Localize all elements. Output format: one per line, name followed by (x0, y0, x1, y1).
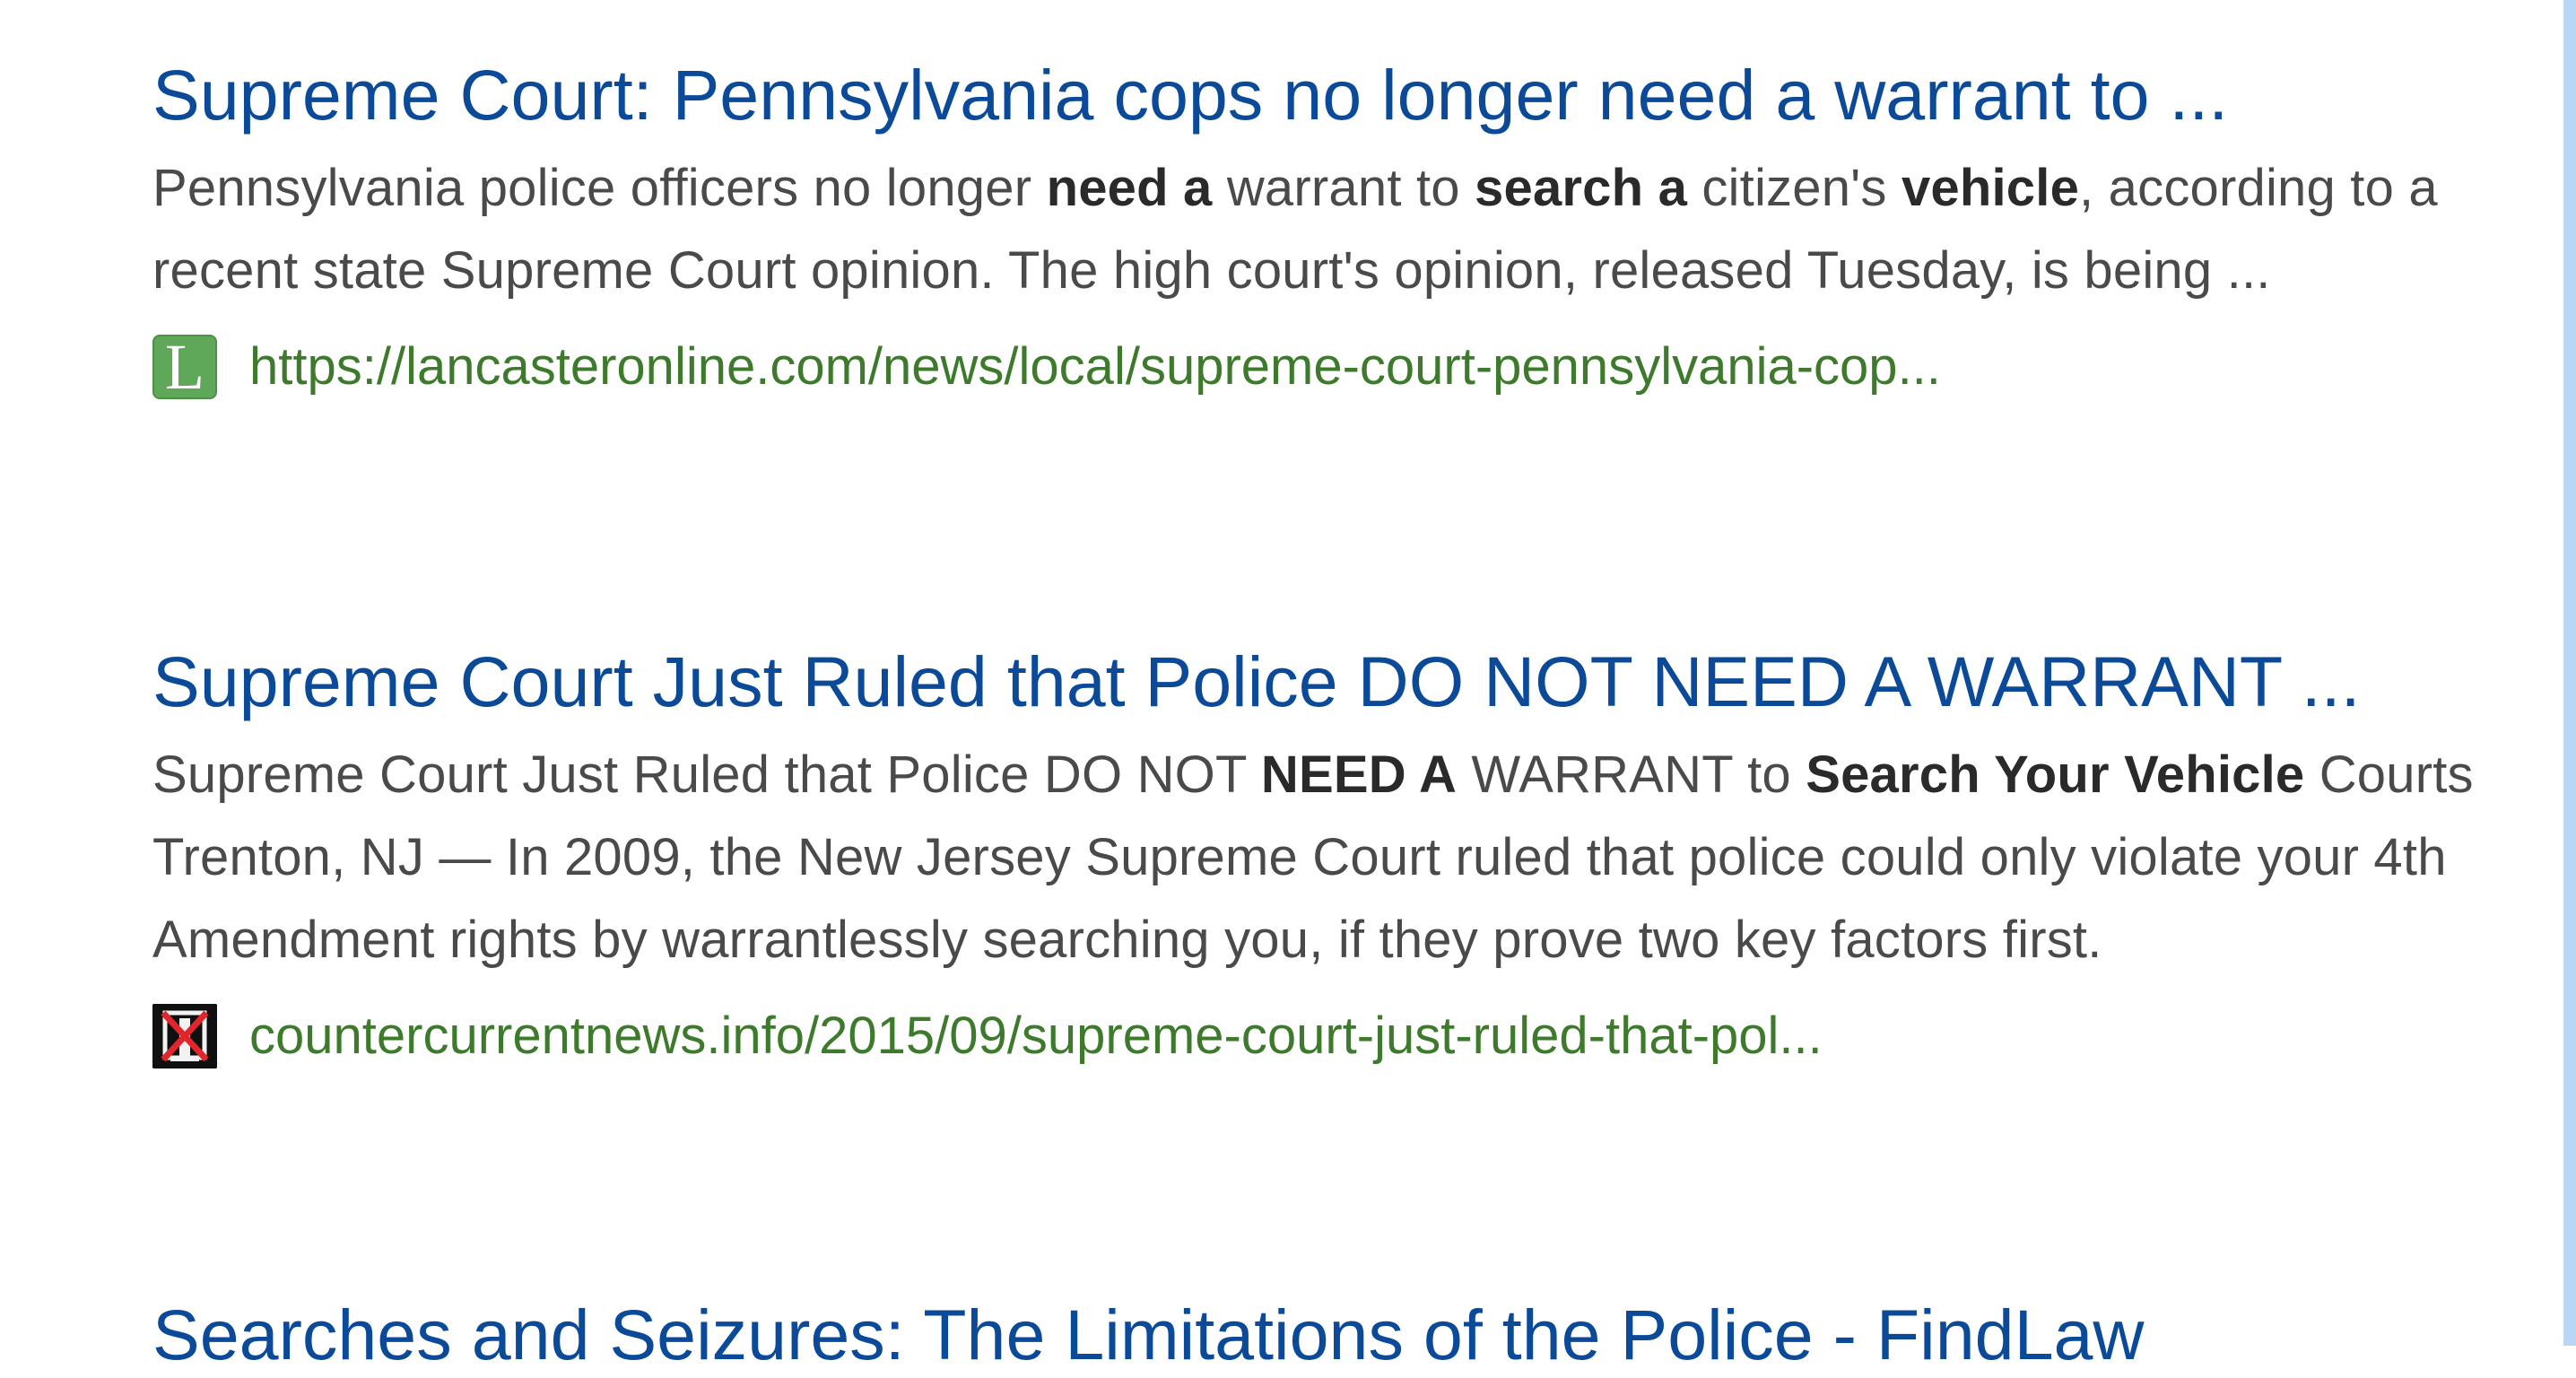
snippet-highlight: vehicle (1901, 159, 2080, 217)
result-title-link[interactable]: Supreme Court Just Ruled that Police DO … (152, 639, 2520, 725)
scrollbar-thumb[interactable] (2563, 0, 2576, 1346)
search-result: Searches and Seizures: The Limitations o… (152, 1292, 2520, 1378)
snippet-highlight: Search Your Vehicle (1806, 746, 2305, 804)
snippet-text: WARRANT to (1457, 746, 1806, 804)
snippet-text: Pennsylvania police officers no longer (152, 159, 1047, 217)
result-title-link[interactable]: Searches and Seizures: The Limitations o… (152, 1292, 2520, 1378)
result-title-link[interactable]: Supreme Court: Pennsylvania cops no long… (152, 52, 2520, 138)
result-url-link[interactable]: countercurrentnews.info/2015/09/supreme-… (249, 1004, 1823, 1068)
result-url-link[interactable]: https://lancasteronline.com/news/local/s… (249, 335, 1941, 399)
lancasteronline-favicon-icon: L (152, 335, 217, 399)
snippet-text: Supreme Court Just Ruled that Police DO … (152, 746, 1261, 804)
result-snippet: Supreme Court Just Ruled that Police DO … (152, 734, 2520, 981)
snippet-highlight: search a (1475, 159, 1688, 217)
countercurrent-logo-icon (152, 1004, 217, 1068)
snippet-highlight: need a (1046, 159, 1213, 217)
result-url-row: countercurrentnews.info/2015/09/supreme-… (152, 996, 2520, 1077)
search-result: Supreme Court Just Ruled that Police DO … (152, 639, 2520, 1077)
result-url-row: L https://lancasteronline.com/news/local… (152, 327, 2520, 407)
favicon-letter: L (165, 335, 205, 399)
search-result: Supreme Court: Pennsylvania cops no long… (152, 52, 2520, 407)
scrollbar[interactable] (2563, 0, 2576, 1346)
result-snippet: Pennsylvania police officers no longer n… (152, 147, 2520, 312)
snippet-text: warrant to (1212, 159, 1475, 217)
countercurrentnews-favicon-icon (152, 1004, 217, 1068)
snippet-text: citizen's (1687, 159, 1902, 217)
snippet-highlight: NEED A (1260, 746, 1458, 804)
